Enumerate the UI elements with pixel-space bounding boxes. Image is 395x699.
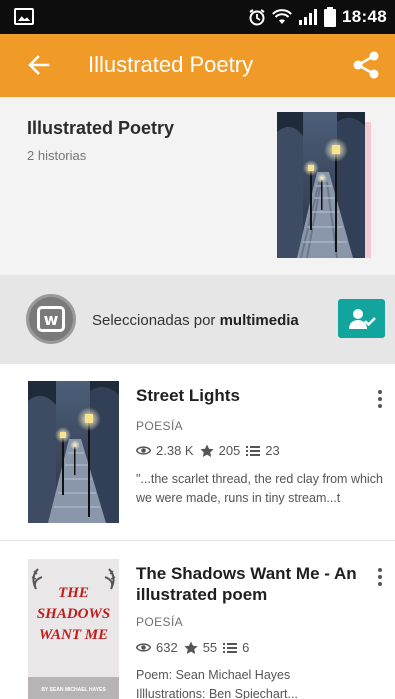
cover-stack-front bbox=[277, 112, 365, 258]
votes-count: 205 bbox=[218, 443, 241, 458]
story-description-line-1: Poem: Sean Michael Hayes bbox=[136, 668, 291, 682]
status-icons: 18:48 bbox=[248, 0, 387, 34]
cover-title-line-3: WANT ME bbox=[38, 627, 109, 643]
cover-title-line-1: THE bbox=[58, 585, 89, 601]
wattpad-logo-icon: w bbox=[37, 306, 65, 332]
street-lights-cover-image bbox=[277, 112, 365, 258]
dot bbox=[378, 568, 382, 572]
star-icon bbox=[199, 444, 214, 457]
follow-user-icon bbox=[348, 308, 376, 329]
reads-stat: 2.38 K bbox=[136, 443, 194, 458]
story-overflow-menu-button[interactable] bbox=[373, 565, 387, 589]
story-item[interactable]: THE SHADOWS WANT ME BY SEAN MICHAEL HAYE… bbox=[0, 542, 395, 699]
list-icon bbox=[246, 445, 261, 456]
eye-icon bbox=[136, 643, 151, 652]
app-bar: Illustrated Poetry bbox=[0, 34, 395, 97]
votes-stat: 55 bbox=[184, 640, 217, 655]
story-stats: 2.38 K 205 23 bbox=[136, 443, 280, 458]
page-title: Illustrated Poetry bbox=[88, 52, 254, 77]
story-description: "...the scarlet thread, the red clay fro… bbox=[136, 472, 383, 505]
reads-count: 632 bbox=[156, 640, 178, 655]
story-title[interactable]: The Shadows Want Me - An illustrated poe… bbox=[136, 563, 366, 605]
votes-stat: 205 bbox=[199, 443, 241, 458]
eye-icon bbox=[136, 446, 151, 455]
signal-icon bbox=[299, 9, 318, 25]
reading-list-cover-stack[interactable] bbox=[277, 112, 387, 262]
dot bbox=[378, 397, 382, 401]
reading-list-count: 2 historias bbox=[27, 148, 87, 163]
parts-count: 6 bbox=[242, 640, 250, 655]
story-cover[interactable]: THE SHADOWS WANT ME BY SEAN MICHAEL HAYE… bbox=[28, 559, 119, 699]
story-genre: POESÍA bbox=[136, 419, 184, 433]
parts-stat: 23 bbox=[246, 443, 280, 458]
share-icon bbox=[353, 51, 379, 79]
story-description-line-2: Illlustrations: Ben Spiechart... bbox=[136, 687, 298, 699]
dot bbox=[378, 404, 382, 408]
list-icon bbox=[223, 642, 238, 653]
story-cover[interactable] bbox=[28, 381, 119, 523]
story-item[interactable]: Street Lights POESÍA 2.38 K 205 23 "...t… bbox=[0, 364, 395, 541]
dot bbox=[378, 582, 382, 586]
curator-name[interactable]: multimedia bbox=[220, 312, 299, 329]
status-time: 18:48 bbox=[342, 7, 387, 26]
cover-title-line-2: SHADOWS bbox=[36, 606, 111, 622]
status-bar: 18:48 bbox=[0, 0, 395, 34]
cover-byline: BY SEAN MICHAEL HAYES bbox=[41, 687, 106, 693]
share-button[interactable] bbox=[351, 50, 381, 80]
image-notification-icon bbox=[14, 8, 34, 25]
curator-avatar[interactable]: w bbox=[26, 294, 76, 344]
reads-stat: 632 bbox=[136, 640, 178, 655]
parts-count: 23 bbox=[265, 443, 280, 458]
reads-count: 2.38 K bbox=[156, 443, 194, 458]
follow-button[interactable] bbox=[338, 299, 385, 338]
alarm-icon bbox=[249, 9, 265, 26]
arrow-left-icon bbox=[28, 55, 50, 75]
story-genre: POESÍA bbox=[136, 615, 184, 629]
battery-icon bbox=[324, 7, 337, 27]
dot bbox=[378, 390, 382, 394]
votes-count: 55 bbox=[202, 640, 218, 655]
story-overflow-menu-button[interactable] bbox=[373, 387, 387, 411]
story-stats: 632 55 6 bbox=[136, 640, 249, 655]
star-icon bbox=[184, 641, 198, 654]
street-lights-cover-image bbox=[28, 381, 119, 523]
dot bbox=[378, 575, 382, 579]
parts-stat: 6 bbox=[223, 640, 249, 655]
wifi-icon bbox=[272, 9, 292, 24]
back-button[interactable] bbox=[26, 52, 52, 78]
curator-prefix: Seleccionadas por bbox=[92, 312, 220, 329]
curator-label: Seleccionadas por multimedia bbox=[92, 312, 299, 329]
reading-list-title: Illustrated Poetry bbox=[27, 118, 175, 138]
story-title[interactable]: Street Lights bbox=[136, 385, 361, 406]
